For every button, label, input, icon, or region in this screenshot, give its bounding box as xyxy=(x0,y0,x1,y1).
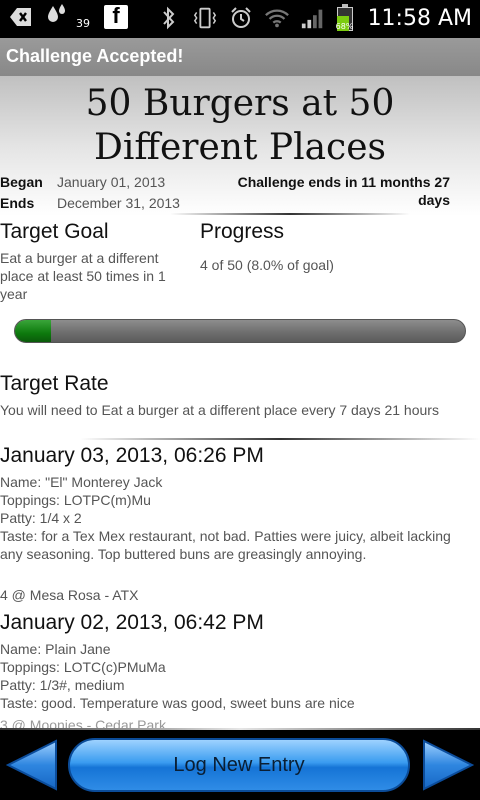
signal-icon xyxy=(300,5,326,31)
entry-taste: Taste: for a Tex Mex restaurant, not bad… xyxy=(0,528,451,562)
divider xyxy=(80,438,480,440)
entry-footer: 3 @ Moonies - Cedar Park xyxy=(0,717,166,728)
entry-name: Name: "El" Monterey Jack xyxy=(0,474,163,490)
clock: 11:58 AM xyxy=(367,5,472,31)
status-bar: 39 f 68% 11:58 AM xyxy=(0,0,480,38)
usb-debug-icon xyxy=(8,4,34,30)
progress-title: Progress xyxy=(200,220,285,243)
facebook-icon: f xyxy=(104,3,128,29)
progress-bar xyxy=(14,319,466,343)
entry-date: January 02, 2013, 06:42 PM xyxy=(0,611,264,634)
time-remaining: Challenge ends in 11 months 27 days xyxy=(237,174,450,208)
challenge-detail-scroll[interactable]: 50 Burgers at 50 Different Places Began … xyxy=(0,76,480,728)
right-arrow-icon[interactable] xyxy=(422,738,474,792)
vibrate-icon xyxy=(192,5,218,31)
alarm-icon xyxy=(228,5,254,31)
battery-percent: 68% xyxy=(335,22,354,31)
log-new-entry-button[interactable]: Log New Entry xyxy=(68,738,410,792)
progress-text: 4 of 50 (8.0% of goal) xyxy=(200,257,334,273)
bottom-action-bar: Log New Entry xyxy=(0,728,480,800)
divider xyxy=(170,213,410,215)
wifi-icon xyxy=(264,5,290,31)
progress-bar-fill xyxy=(15,320,51,342)
target-goal-text: Eat a burger at a different place at lea… xyxy=(0,250,166,302)
notification-count: 39 xyxy=(76,16,90,30)
entry-name: Name: Plain Jane xyxy=(0,641,111,657)
left-arrow-icon[interactable] xyxy=(6,738,58,792)
entry-toppings: Toppings: LOTPC(m)Mu xyxy=(0,492,151,508)
battery-icon: 68% xyxy=(336,4,354,32)
entry-date: January 03, 2013, 06:26 PM xyxy=(0,444,264,467)
target-rate-text: You will need to Eat a burger at a diffe… xyxy=(0,402,439,418)
drops-icon xyxy=(44,4,70,30)
entry-taste: Taste: good. Temperature was good, sweet… xyxy=(0,695,355,711)
entry-patty: Patty: 1/4 x 2 xyxy=(0,510,82,526)
target-rate-title: Target Rate xyxy=(0,372,109,395)
app-title: Challenge Accepted! xyxy=(6,46,184,66)
app-title-bar: Challenge Accepted! xyxy=(0,38,480,76)
entry-patty: Patty: 1/3#, medium xyxy=(0,677,125,693)
entry-toppings: Toppings: LOTC(c)PMuMa xyxy=(0,659,166,675)
target-goal-title: Target Goal xyxy=(0,220,109,243)
bluetooth-icon xyxy=(156,5,182,31)
ends-label: Ends xyxy=(0,195,35,211)
challenge-title: 50 Burgers at 50 Different Places xyxy=(85,83,395,168)
began-label: Began xyxy=(0,174,43,190)
entry-footer: 4 @ Mesa Rosa - ATX xyxy=(0,587,139,603)
